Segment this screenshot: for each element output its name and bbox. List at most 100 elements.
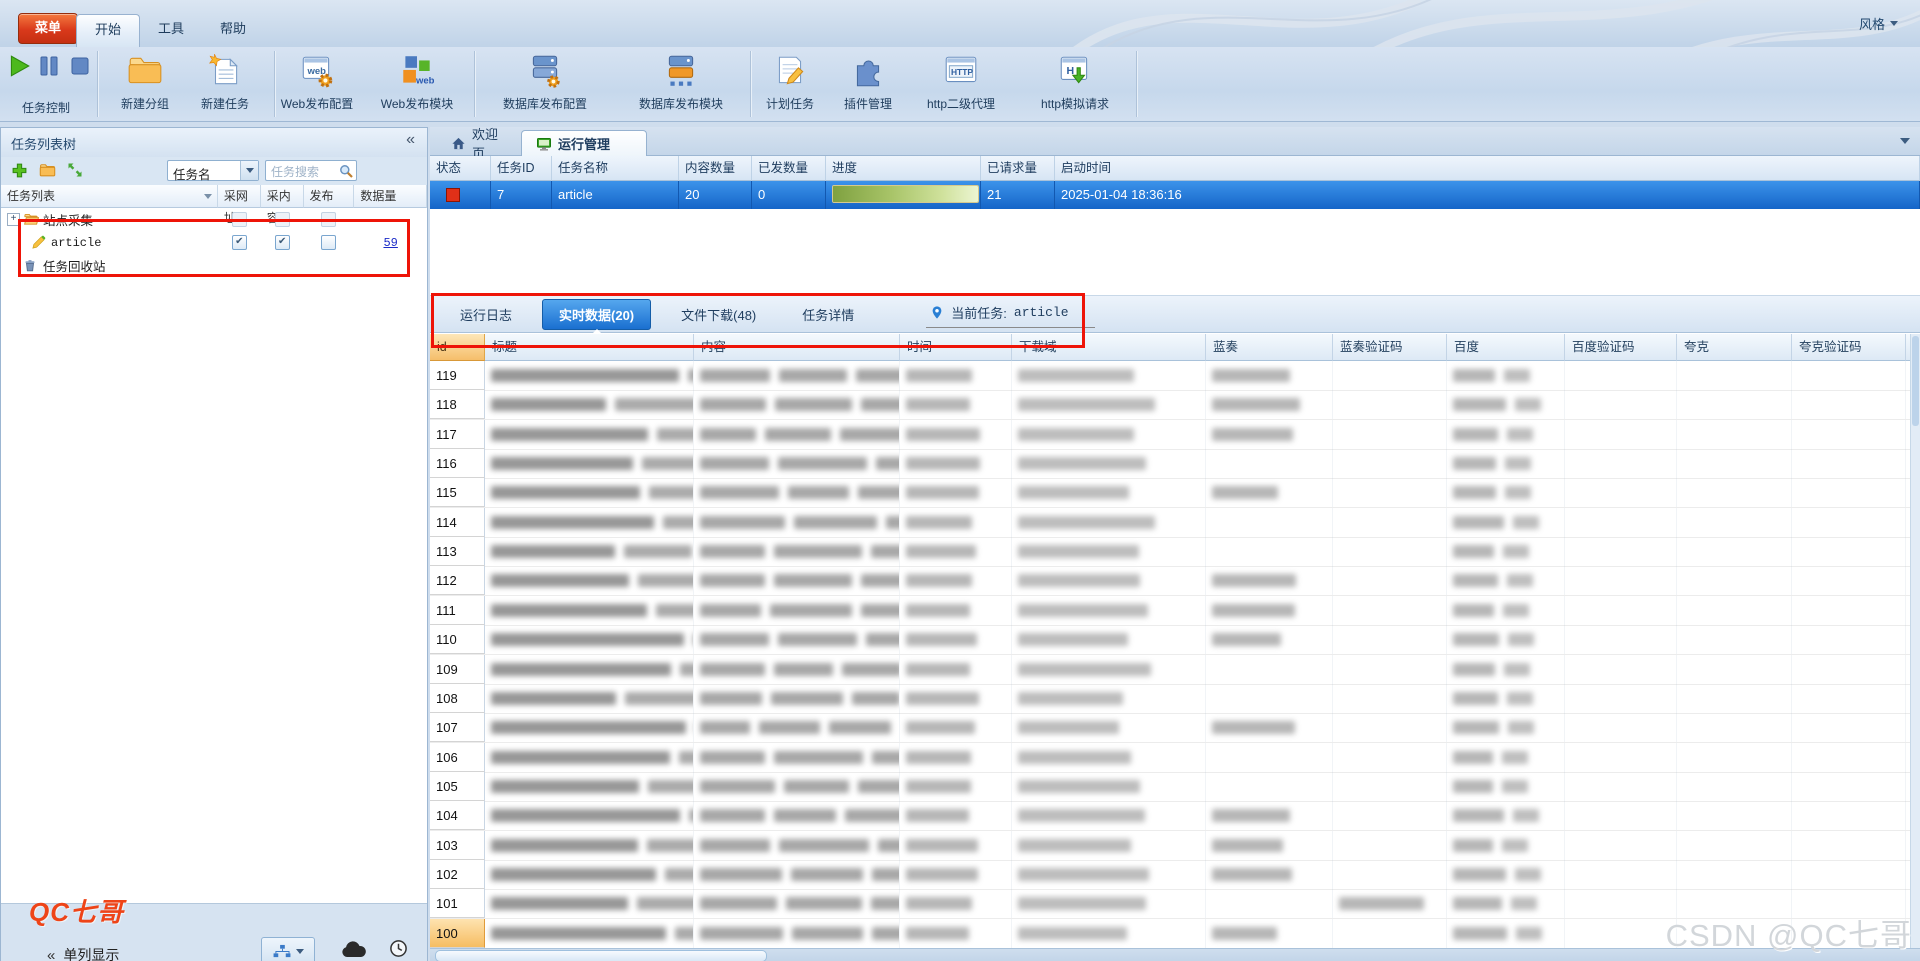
tree-node-row0[interactable]: +站点采集: [1, 208, 427, 231]
detail-tab-0[interactable]: 运行日志: [444, 300, 528, 329]
data-count-link[interactable]: 59: [383, 236, 397, 250]
data-col-4[interactable]: 下载域: [1012, 334, 1206, 361]
sort-caret-icon[interactable]: [204, 194, 212, 199]
data-col-2[interactable]: 内容: [694, 334, 900, 361]
db-config-button[interactable]: 数据库发布配置: [477, 50, 613, 118]
tree-node-row2[interactable]: 任务回收站: [1, 254, 427, 277]
web-module-button[interactable]: webWeb发布模块: [369, 50, 465, 118]
data-col-id[interactable]: id: [430, 334, 485, 361]
combo-dropdown-button[interactable]: [240, 161, 258, 180]
menu-tab-help[interactable]: 帮助: [202, 14, 264, 47]
data-row[interactable]: 116: [430, 449, 1920, 479]
cloud-icon[interactable]: [339, 940, 369, 960]
data-row[interactable]: 107: [430, 713, 1920, 743]
stop-task-button[interactable]: [68, 51, 94, 81]
data-row[interactable]: 111: [430, 596, 1920, 626]
tree-expander-icon[interactable]: +: [7, 213, 20, 226]
single-column-toggle[interactable]: « 单列显示: [47, 945, 119, 961]
new-group-button[interactable]: 新建分组: [100, 50, 190, 118]
tree-header-col[interactable]: 采内容: [261, 185, 304, 208]
task-search-input[interactable]: [269, 162, 339, 181]
folder-icon[interactable]: [39, 162, 57, 180]
tree-header-col[interactable]: 数据量: [354, 185, 427, 208]
clock-icon[interactable]: [389, 939, 408, 958]
task-col-header[interactable]: 已请求量: [981, 156, 1055, 181]
data-row[interactable]: 119: [430, 361, 1920, 391]
checkbox-unchecked[interactable]: [232, 212, 247, 227]
data-row[interactable]: 106: [430, 743, 1920, 773]
data-col-9[interactable]: 夸克: [1677, 334, 1792, 361]
checkbox-checked[interactable]: ✔: [232, 235, 247, 250]
task-col-header[interactable]: 内容数量: [679, 156, 752, 181]
data-col-8[interactable]: 百度验证码: [1565, 334, 1677, 361]
data-row[interactable]: 113: [430, 537, 1920, 567]
db-module-button[interactable]: 数据库发布模块: [612, 50, 750, 118]
task-col-header[interactable]: 已发数量: [752, 156, 826, 181]
blurred-text: [906, 398, 970, 411]
task-col-header[interactable]: 状态: [430, 156, 491, 181]
collapse-panel-button[interactable]: «: [406, 131, 415, 149]
search-icon[interactable]: [338, 163, 354, 179]
data-row[interactable]: 103: [430, 831, 1920, 861]
web-config-button[interactable]: webWeb发布配置: [269, 50, 365, 118]
menu-tab-tools[interactable]: 工具: [140, 14, 202, 47]
vertical-scrollbar[interactable]: [1910, 334, 1920, 948]
data-row[interactable]: 102: [430, 860, 1920, 890]
data-row[interactable]: 115: [430, 478, 1920, 508]
menu-button[interactable]: 菜单: [18, 13, 78, 44]
filter-type-select[interactable]: 任务名: [167, 160, 259, 181]
detail-tab-2[interactable]: 文件下载(48): [665, 300, 772, 329]
menu-tab-start[interactable]: 开始: [76, 14, 140, 47]
tree-view-button[interactable]: [261, 937, 315, 961]
pause-task-button[interactable]: [37, 51, 63, 81]
tab-list-dropdown[interactable]: [1900, 138, 1910, 144]
new-task-button[interactable]: 新建任务: [180, 50, 270, 118]
tab-run-manage[interactable]: 运行管理: [521, 130, 647, 156]
detail-tab-1[interactable]: 实时数据(20): [542, 299, 651, 330]
plugin-button[interactable]: 插件管理: [830, 50, 906, 118]
data-row[interactable]: 105: [430, 772, 1920, 802]
data-row[interactable]: 108: [430, 684, 1920, 714]
tree-node-article[interactable]: article✔✔59: [1, 231, 427, 254]
data-cell: [1677, 596, 1792, 625]
data-row[interactable]: 112: [430, 566, 1920, 596]
data-cell: [694, 743, 900, 772]
task-col-header[interactable]: 进度: [826, 156, 981, 181]
data-col-5[interactable]: 蓝奏: [1206, 334, 1333, 361]
data-row[interactable]: 114: [430, 508, 1920, 538]
add-icon[interactable]: [11, 162, 29, 180]
data-col-3[interactable]: 时间: [900, 334, 1012, 361]
data-row[interactable]: 118: [430, 390, 1920, 420]
tree-header-col[interactable]: 发布: [304, 185, 355, 208]
expand-all-icon[interactable]: [67, 162, 85, 180]
data-row[interactable]: 101: [430, 889, 1920, 919]
data-col-1[interactable]: 标题: [485, 334, 694, 361]
schedule-button[interactable]: 计划任务: [752, 50, 828, 118]
task-col-header[interactable]: 任务名称: [552, 156, 679, 181]
checkbox-unchecked[interactable]: [275, 212, 290, 227]
data-col-6[interactable]: 蓝奏验证码: [1333, 334, 1447, 361]
data-cell: [1792, 860, 1906, 889]
task-col-header[interactable]: 任务ID: [491, 156, 552, 181]
http-request-button[interactable]: Hhttp模拟请求: [1016, 50, 1134, 118]
data-row[interactable]: 110: [430, 625, 1920, 655]
data-row[interactable]: 100: [430, 919, 1920, 949]
data-row[interactable]: 117: [430, 420, 1920, 450]
start-task-button[interactable]: [6, 51, 32, 81]
horizontal-scrollbar[interactable]: [430, 948, 1920, 961]
task-table-selected-row[interactable]: 7article200212025-01-04 18:36:16: [430, 181, 1920, 209]
checkbox-unchecked[interactable]: [321, 212, 336, 227]
checkbox-checked[interactable]: ✔: [275, 235, 290, 250]
http-proxy-button[interactable]: HTTPhttp二级代理: [909, 50, 1013, 118]
checkbox-unchecked[interactable]: [321, 235, 336, 250]
style-selector[interactable]: 风格: [1859, 14, 1898, 33]
tree-header-col[interactable]: 采网址: [218, 185, 261, 208]
detail-tab-3[interactable]: 任务详情: [786, 300, 870, 329]
data-col-7[interactable]: 百度: [1447, 334, 1565, 361]
tab-welcome[interactable]: 欢迎页: [437, 130, 519, 156]
data-row[interactable]: 109: [430, 655, 1920, 685]
task-col-header[interactable]: 启动时间: [1055, 156, 1920, 181]
data-row[interactable]: 104: [430, 801, 1920, 831]
data-col-10[interactable]: 夸克验证码: [1792, 334, 1906, 361]
tree-header-name[interactable]: 任务列表: [1, 185, 218, 208]
